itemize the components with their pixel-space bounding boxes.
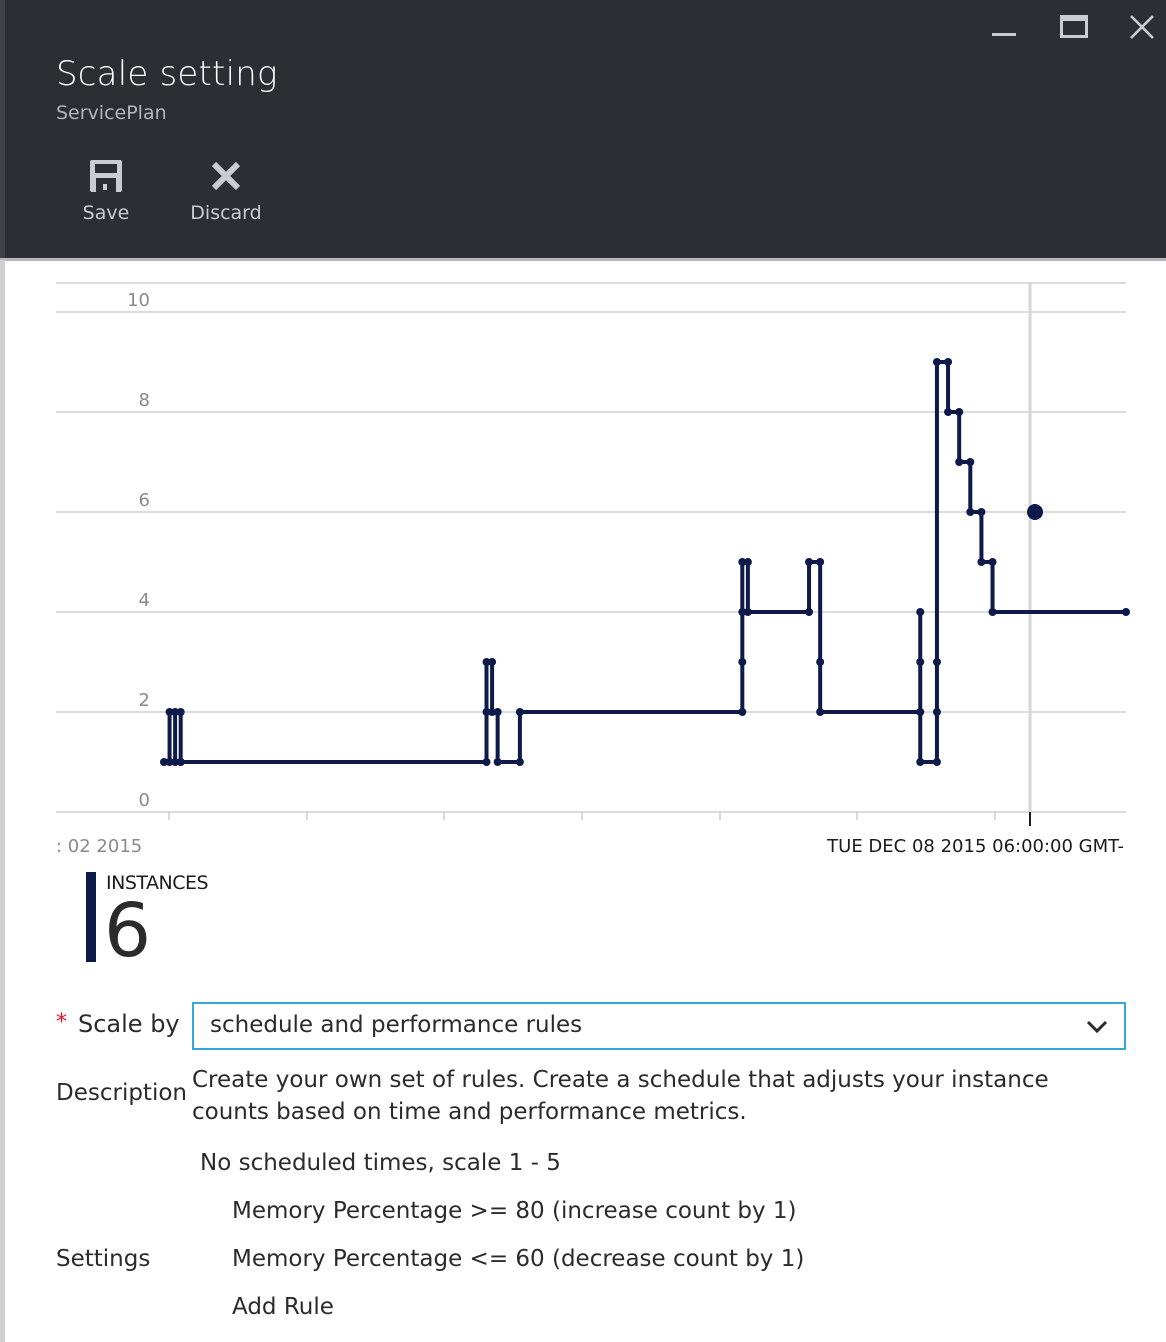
data-point bbox=[916, 758, 925, 766]
rule-memory-increase[interactable]: Memory Percentage >= 80 (increase count … bbox=[232, 1198, 797, 1224]
save-icon bbox=[90, 160, 122, 192]
data-point bbox=[988, 608, 997, 616]
data-point bbox=[988, 558, 997, 566]
data-point bbox=[916, 608, 925, 616]
data-point bbox=[493, 708, 502, 716]
scale-by-value: schedule and performance rules bbox=[210, 1012, 583, 1038]
data-point bbox=[805, 608, 814, 616]
header-edge bbox=[0, 0, 5, 260]
close-icon[interactable] bbox=[1122, 8, 1162, 48]
chevron-down-icon bbox=[1086, 1020, 1108, 1034]
scale-by-label: Scale by bbox=[78, 1010, 180, 1038]
schedule-summary[interactable]: No scheduled times, scale 1 - 5 bbox=[200, 1150, 561, 1176]
data-point bbox=[816, 558, 825, 566]
page-title: Scale setting bbox=[56, 54, 278, 94]
data-point bbox=[932, 758, 941, 766]
data-point bbox=[816, 708, 825, 716]
data-point bbox=[176, 708, 185, 716]
data-point bbox=[738, 658, 747, 666]
description-text: Create your own set of rules. Create a s… bbox=[192, 1067, 1049, 1125]
data-point bbox=[816, 658, 825, 666]
data-point bbox=[743, 558, 752, 566]
data-point bbox=[966, 458, 975, 466]
instances-value: 6 bbox=[104, 888, 152, 974]
header-divider bbox=[0, 258, 1166, 261]
y-tick-label: 8 bbox=[139, 390, 150, 411]
save-button[interactable]: Save bbox=[46, 154, 166, 234]
maximize-icon[interactable] bbox=[1054, 8, 1094, 48]
data-point bbox=[805, 558, 814, 566]
data-point bbox=[916, 708, 925, 716]
x-axis-label: : 02 2015 bbox=[56, 836, 142, 857]
instances-accent-bar bbox=[86, 872, 96, 962]
data-point bbox=[932, 708, 941, 716]
data-point bbox=[515, 708, 524, 716]
data-point bbox=[932, 658, 941, 666]
hover-date-label: TUE DEC 08 2015 06:00:00 GMT- bbox=[826, 836, 1124, 857]
data-point bbox=[488, 658, 497, 666]
data-point bbox=[515, 758, 524, 766]
data-point bbox=[916, 658, 925, 666]
settings-label: Settings bbox=[56, 1246, 151, 1272]
y-tick-label: 4 bbox=[139, 590, 150, 611]
data-point bbox=[944, 408, 953, 416]
minimize-icon[interactable] bbox=[984, 8, 1024, 48]
description-label: Description bbox=[56, 1080, 187, 1106]
data-point bbox=[176, 758, 185, 766]
data-point bbox=[966, 508, 975, 516]
y-tick-label: 6 bbox=[139, 490, 150, 511]
data-point bbox=[955, 408, 964, 416]
y-tick-label: 0 bbox=[139, 790, 150, 811]
page-subtitle: ServicePlan bbox=[56, 102, 167, 124]
y-tick-label: 10 bbox=[127, 290, 150, 311]
data-point bbox=[932, 358, 941, 366]
data-point bbox=[977, 508, 986, 516]
discard-button[interactable]: Discard bbox=[166, 154, 286, 234]
instance-chart[interactable]: 0 2 4 6 8 10 : 02 2015 TUE DEC 08 2015 06:00:00… bbox=[0, 262, 1166, 862]
rule-memory-decrease[interactable]: Memory Percentage <= 60 (decrease count … bbox=[232, 1246, 804, 1272]
data-point bbox=[944, 358, 953, 366]
data-point bbox=[955, 458, 964, 466]
data-point bbox=[738, 708, 747, 716]
scale-by-dropdown[interactable]: schedule and performance rules bbox=[192, 1002, 1126, 1050]
save-button-label: Save bbox=[82, 202, 130, 224]
y-tick-label: 2 bbox=[139, 690, 150, 711]
data-point bbox=[1122, 608, 1130, 616]
discard-button-label: Discard bbox=[190, 202, 262, 224]
add-rule-link[interactable]: Add Rule bbox=[232, 1294, 334, 1320]
hover-marker bbox=[1027, 504, 1043, 520]
data-point bbox=[482, 758, 491, 766]
data-point bbox=[493, 758, 502, 766]
required-indicator: * bbox=[56, 1010, 67, 1035]
data-point bbox=[743, 608, 752, 616]
blade-header: Scale setting ServicePlan Save Discard bbox=[0, 0, 1166, 260]
data-point bbox=[977, 558, 986, 566]
discard-icon bbox=[211, 161, 241, 191]
